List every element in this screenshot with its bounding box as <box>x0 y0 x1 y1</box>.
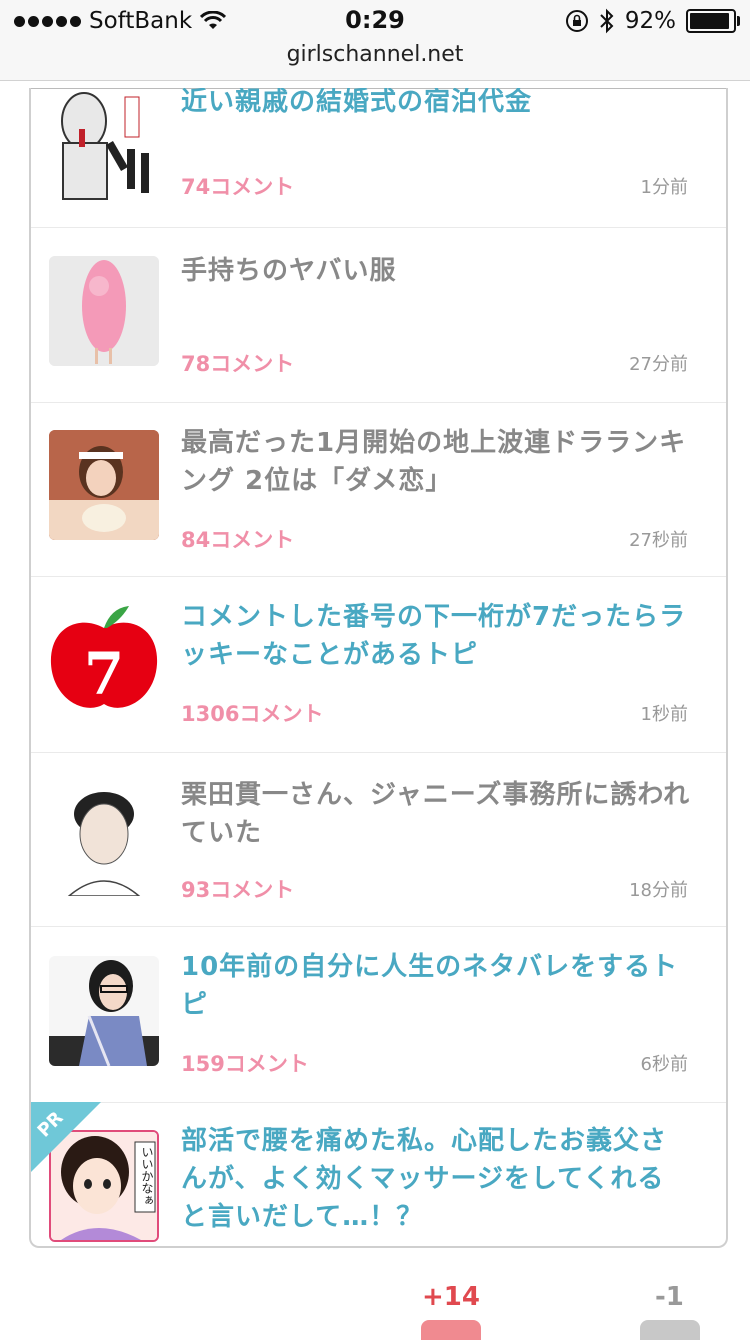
pr-badge <box>31 1102 101 1172</box>
ad-title[interactable]: 部活で腰を痛めた私。心配したお義父さんが、よく効くマッサージをしてくれると言いだ… <box>181 1122 691 1236</box>
topic-thumbnail: 7 <box>49 604 159 714</box>
ad-thumbnail-caption: いいかなぁ <box>140 1146 154 1206</box>
topic-thumbnail <box>49 786 159 896</box>
battery-icon <box>686 9 740 33</box>
topic-title[interactable]: 10年前の自分に人生のネタバレをするトピ <box>181 948 691 1024</box>
post-time: 18分前 <box>629 880 688 901</box>
topic-thumbnail <box>49 956 159 1066</box>
minus-vote-count: -1 <box>655 1282 684 1312</box>
bluetooth-icon <box>600 8 614 34</box>
topic-thumbnail <box>49 91 159 201</box>
topic-thumbnail <box>49 256 159 366</box>
comment-count: 1306コメント <box>181 702 324 726</box>
plus-vote-count: +14 <box>422 1282 480 1312</box>
address-bar-url[interactable]: girlschannel.net <box>0 42 750 67</box>
battery-percent: 92% <box>624 8 676 34</box>
comment-count: 84コメント <box>181 528 295 552</box>
topic-item[interactable]: 栗田貫一さん、ジャニーズ事務所に誘われていた 93コメント 18分前 <box>31 752 726 927</box>
vote-bar: +14 -1 <box>0 1260 750 1340</box>
topic-list: 近い親戚の結婚式の宿泊代金 74コメント 1分前 手持ちのヤバい服 78コメント… <box>29 88 728 1248</box>
comment-count: 78コメント <box>181 352 295 376</box>
topic-item[interactable]: 最高だった1月開始の地上波連ドラランキング 2位は「ダメ恋」 84コメント 27… <box>31 402 726 577</box>
comment-count: 159コメント <box>181 1052 309 1076</box>
post-time: 6秒前 <box>640 1054 688 1075</box>
topic-title[interactable]: コメントした番号の下一桁が7だったらラッキーなことがあるトピ <box>181 598 691 674</box>
topic-item[interactable]: 手持ちのヤバい服 78コメント 27分前 <box>31 228 726 403</box>
topic-item[interactable]: 7 コメントした番号の下一桁が7だったらラッキーなことがあるトピ 1306コメン… <box>31 576 726 753</box>
post-time: 1分前 <box>640 177 688 198</box>
post-time: 1秒前 <box>640 704 688 725</box>
comment-count: 93コメント <box>181 878 295 902</box>
topic-title[interactable]: 栗田貫一さん、ジャニーズ事務所に誘われていた <box>181 776 691 852</box>
svg-text:7: 7 <box>84 640 124 708</box>
topic-item[interactable]: 近い親戚の結婚式の宿泊代金 74コメント 1分前 <box>31 88 726 228</box>
post-time: 27秒前 <box>629 530 688 551</box>
topic-thumbnail <box>49 430 159 540</box>
post-time: 27分前 <box>629 354 688 375</box>
ad-item[interactable]: いいかなぁ PR 部活で腰を痛めた私。心配したお義父さんが、よく効くマッサージを… <box>31 1102 726 1246</box>
status-bar: SoftBank 0:29 92% girlschannel.net <box>0 0 750 81</box>
topic-item[interactable]: 10年前の自分に人生のネタバレをするトピ 159コメント 6秒前 <box>31 926 726 1103</box>
plus-vote-button[interactable] <box>421 1320 481 1340</box>
topic-title[interactable]: 近い親戚の結婚式の宿泊代金 <box>181 88 691 121</box>
topic-title[interactable]: 最高だった1月開始の地上波連ドラランキング 2位は「ダメ恋」 <box>181 424 691 500</box>
orientation-lock-icon <box>565 10 588 32</box>
topic-title[interactable]: 手持ちのヤバい服 <box>181 252 691 290</box>
status-right: 92% <box>565 8 740 34</box>
minus-vote-button[interactable] <box>640 1320 700 1340</box>
comment-count: 74コメント <box>181 175 295 199</box>
